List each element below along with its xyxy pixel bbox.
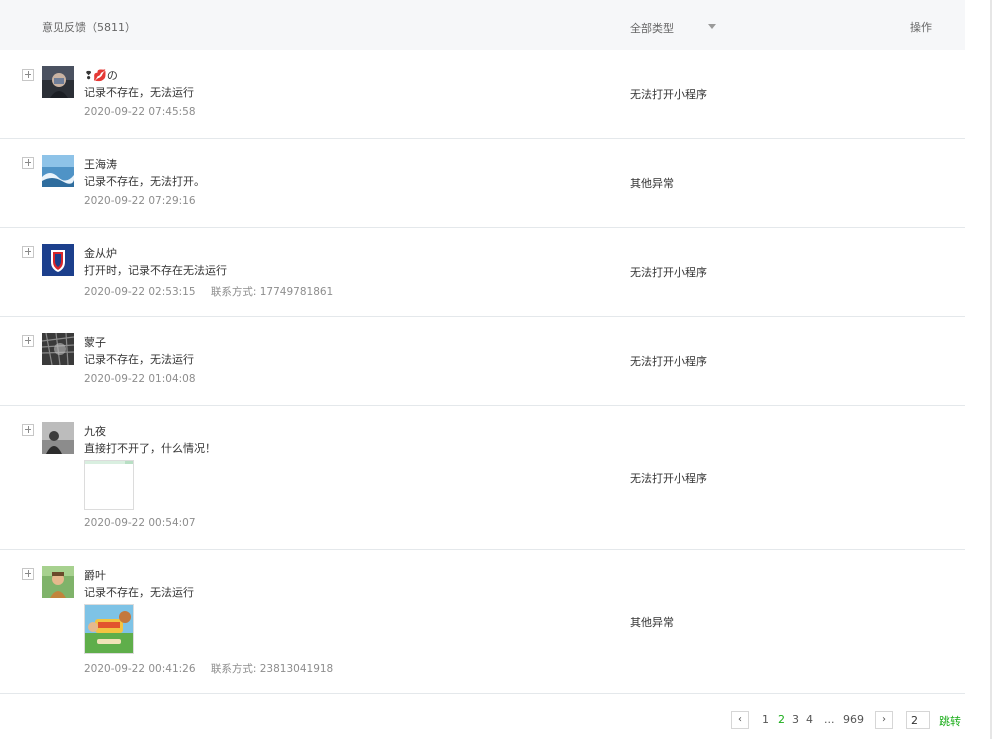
feedback-content: 记录不存在，无法运行 xyxy=(84,353,194,366)
table-row: 九夜 直接打不开了，什么情况！ 2020-09-22 00:54:07 无法打开… xyxy=(0,406,965,550)
table-row: ❢💋の 记录不存在，无法运行 2020-09-22 07:45:58 无法打开小… xyxy=(0,50,965,139)
page-number[interactable]: 4 xyxy=(806,713,813,726)
feedback-time: 2020-09-22 07:29:16 xyxy=(84,195,196,207)
user-name: ❢💋の xyxy=(84,69,118,82)
table-header: 意见反馈（5811） 全部类型 操作 xyxy=(0,0,965,50)
page-number-last[interactable]: 969 xyxy=(843,713,864,726)
feedback-content: 打开时，记录不存在无法运行 xyxy=(84,264,227,277)
user-name: 爵叶 xyxy=(84,569,106,582)
avatar xyxy=(42,155,74,187)
user-name: 王海涛 xyxy=(84,158,117,171)
table-row: 王海涛 记录不存在，无法打开。 2020-09-22 07:29:16 其他异常 xyxy=(0,139,965,228)
feedback-type: 其他异常 xyxy=(630,616,674,629)
feedback-meta: 2020-09-22 01:04:08 xyxy=(84,373,196,385)
next-page-button[interactable]: › xyxy=(875,711,893,729)
feedback-screenshot[interactable] xyxy=(84,604,134,654)
feedback-screenshot[interactable] xyxy=(84,460,134,510)
user-name: 九夜 xyxy=(84,425,106,438)
expand-icon[interactable] xyxy=(22,246,34,258)
user-name: 蒙子 xyxy=(84,336,106,349)
feedback-meta: 2020-09-22 07:45:58 xyxy=(84,106,196,118)
type-filter-dropdown[interactable]: 全部类型 xyxy=(630,20,674,36)
table-row: 金从炉 打开时，记录不存在无法运行 2020-09-22 02:53:15 联系… xyxy=(0,228,965,317)
expand-icon[interactable] xyxy=(22,157,34,169)
page-number[interactable]: 1 xyxy=(762,713,769,726)
avatar xyxy=(42,66,74,98)
chevron-down-icon[interactable] xyxy=(708,24,716,29)
feedback-time: 2020-09-22 02:53:15 xyxy=(84,286,196,298)
expand-icon[interactable] xyxy=(22,335,34,347)
feedback-type: 无法打开小程序 xyxy=(630,266,707,279)
feedback-type: 无法打开小程序 xyxy=(630,88,707,101)
feedback-content: 记录不存在，无法运行 xyxy=(84,586,194,599)
avatar xyxy=(42,566,74,598)
feedback-time: 2020-09-22 00:41:26 xyxy=(84,663,196,675)
feedback-content: 直接打不开了，什么情况！ xyxy=(84,442,216,455)
avatar xyxy=(42,244,74,276)
feedback-meta: 2020-09-22 00:54:07 xyxy=(84,517,196,529)
expand-icon[interactable] xyxy=(22,424,34,436)
feedback-count-title: 意见反馈（5811） xyxy=(42,21,136,34)
pagination: ‹ 1 2 3 4 ... 969 › 跳转 xyxy=(0,711,992,731)
avatar xyxy=(42,422,74,454)
feedback-meta: 2020-09-22 02:53:15 联系方式: 17749781861 xyxy=(84,284,333,299)
prev-page-button[interactable]: ‹ xyxy=(731,711,749,729)
feedback-meta: 2020-09-22 00:41:26 联系方式: 23813041918 xyxy=(84,661,333,676)
page-ellipsis: ... xyxy=(824,713,835,726)
feedback-type: 无法打开小程序 xyxy=(630,472,707,485)
feedback-time: 2020-09-22 07:45:58 xyxy=(84,106,196,118)
expand-icon[interactable] xyxy=(22,69,34,81)
user-name: 金从炉 xyxy=(84,247,117,260)
action-column-header: 操作 xyxy=(910,21,932,34)
page-number[interactable]: 3 xyxy=(792,713,799,726)
contact-info: 联系方式: 17749781861 xyxy=(210,286,334,298)
feedback-content: 记录不存在，无法运行 xyxy=(84,86,194,99)
expand-icon[interactable] xyxy=(22,568,34,580)
contact-info: 联系方式: 23813041918 xyxy=(210,663,334,675)
feedback-time: 2020-09-22 01:04:08 xyxy=(84,373,196,385)
feedback-meta: 2020-09-22 07:29:16 xyxy=(84,195,196,207)
page-number-current[interactable]: 2 xyxy=(778,713,785,726)
feedback-time: 2020-09-22 00:54:07 xyxy=(84,517,196,529)
feedback-content: 记录不存在，无法打开。 xyxy=(84,175,205,188)
table-row: 蒙子 记录不存在，无法运行 2020-09-22 01:04:08 无法打开小程… xyxy=(0,317,965,406)
feedback-type: 其他异常 xyxy=(630,177,674,190)
avatar xyxy=(42,333,74,365)
page-jump-input[interactable] xyxy=(906,711,930,729)
table-row: 爵叶 记录不存在，无法运行 2020-09-22 00:41:26 联系方式: … xyxy=(0,550,965,694)
feedback-type: 无法打开小程序 xyxy=(630,355,707,368)
page-jump-button[interactable]: 跳转 xyxy=(939,713,961,729)
